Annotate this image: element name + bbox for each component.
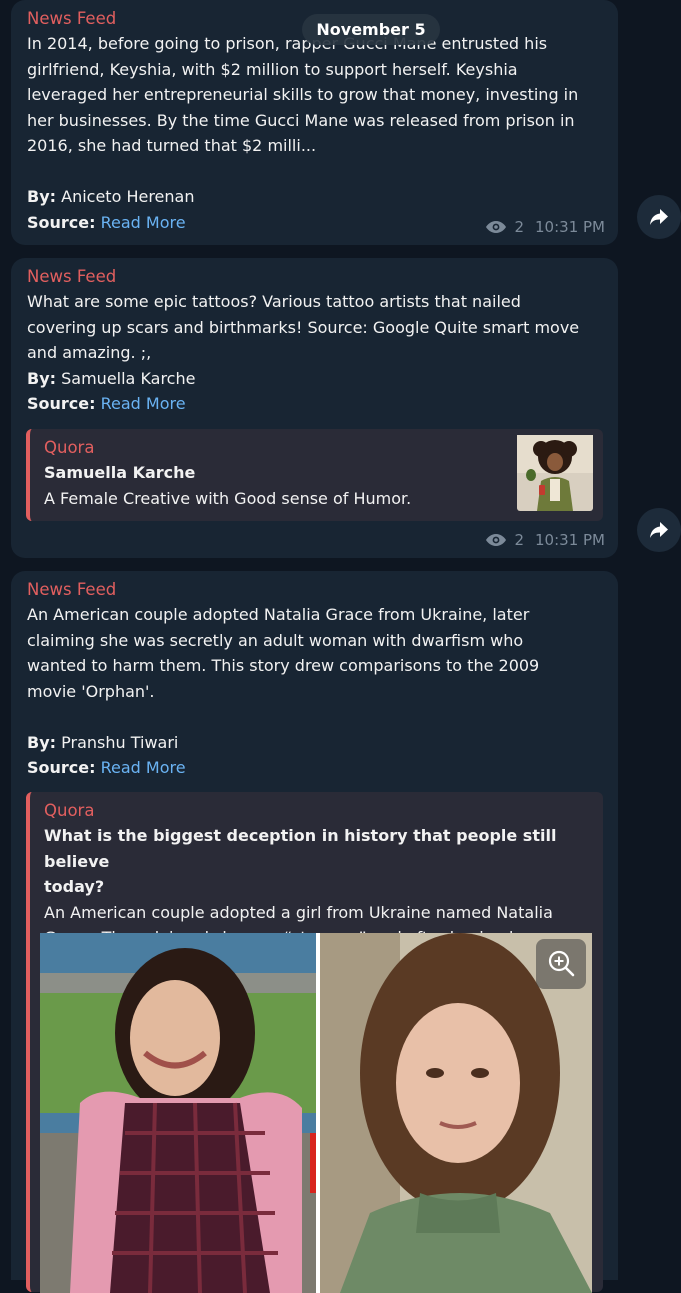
text-line: wanted to harm them. This story drew com… [27, 656, 540, 675]
read-more-link[interactable]: Read More [101, 394, 186, 413]
preview-title-line: What is the biggest deception in history… [44, 826, 557, 871]
preview-title-line: today? [44, 877, 105, 896]
view-count: 2 [514, 218, 525, 236]
source-line: Source: Read More [27, 755, 602, 781]
view-count: 2 [514, 531, 525, 549]
forward-button[interactable] [637, 195, 681, 239]
read-more-link[interactable]: Read More [101, 213, 186, 232]
date-separator: November 5 [302, 14, 440, 45]
preview-title: What is the biggest deception in history… [44, 823, 593, 900]
source-label: Source: [27, 758, 96, 777]
preview-title: Samuella Karche [44, 463, 196, 482]
message-text: What are some epic tattoos? Various tatt… [27, 289, 602, 417]
preview-description: A Female Creative with Good sense of Hum… [44, 488, 412, 508]
preview-image[interactable] [40, 933, 592, 1293]
sender-name[interactable]: News Feed [27, 264, 602, 289]
text-line: movie 'Orphan'. [27, 681, 155, 701]
author-name: Aniceto Herenan [61, 187, 195, 206]
by-label: By: [27, 732, 57, 752]
by-label: By: [27, 187, 57, 206]
source-label: Source: [27, 212, 96, 232]
text-line: 2016, she had turned that $2 milli... [27, 136, 317, 155]
read-more-link[interactable]: Read More [101, 758, 186, 777]
message-text: An American couple adopted Natalia Grace… [27, 602, 602, 781]
timestamp: 10:31 PM [535, 218, 605, 236]
message-bubble: News Feed An American couple adopted Nat… [11, 571, 618, 1293]
author-name: Pranshu Tiwari [61, 732, 179, 752]
eye-icon [486, 221, 507, 233]
timestamp: 10:31 PM [535, 531, 605, 549]
message-meta: 2 10:31 PM [485, 218, 605, 236]
author-name: Samuella Karche [61, 368, 196, 388]
share-arrow-icon [650, 522, 668, 538]
author-line: By: Aniceto Herenan [27, 184, 602, 210]
author-line: By: Samuella Karche [27, 366, 602, 392]
message-meta: 2 10:31 PM [485, 531, 605, 549]
message-text: In 2014, before going to prison, rapper … [27, 31, 602, 235]
zoom-button[interactable] [536, 939, 586, 989]
preview-site-name: Quora [44, 801, 95, 820]
sender-name[interactable]: News Feed [27, 577, 602, 602]
source-label: Source: [27, 394, 96, 413]
forward-button[interactable] [637, 508, 681, 552]
text-line: girlfriend, Keyshia, with $2 million to … [27, 59, 518, 79]
preview-description-line: An American couple adopted a girl from U… [44, 902, 553, 922]
text-line: What are some epic tattoos? Various tatt… [27, 292, 521, 311]
share-arrow-icon [650, 209, 668, 225]
text-line: claiming she was secretly an adult woman… [27, 630, 524, 650]
link-preview[interactable]: Quora Samuella Karche A Female Creative … [26, 429, 603, 521]
preview-site-name: Quora [44, 438, 95, 457]
text-line: her businesses. By the time Gucci Mane w… [27, 110, 575, 130]
message-bubble: News Feed What are some epic tattoos? Va… [11, 258, 618, 558]
text-line: An American couple adopted Natalia Grace… [27, 605, 530, 624]
source-line: Source: Read More [27, 391, 602, 417]
preview-thumbnail[interactable] [517, 435, 593, 511]
text-line: and amazing. ;, [27, 343, 152, 362]
text-line: leveraged her entrepreneurial skills to … [27, 85, 579, 104]
author-line: By: Pranshu Tiwari [27, 730, 602, 756]
by-label: By: [27, 368, 57, 388]
text-line: covering up scars and birthmarks! Source… [27, 317, 580, 337]
link-preview[interactable]: Quora What is the biggest deception in h… [26, 792, 603, 1293]
eye-icon [486, 534, 507, 546]
